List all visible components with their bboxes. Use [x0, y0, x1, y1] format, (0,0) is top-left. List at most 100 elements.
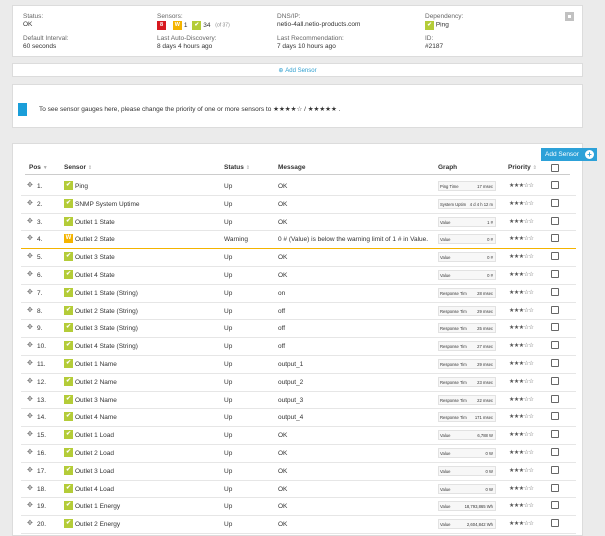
mini-graph[interactable]: Value 2,604,842 Wh: [438, 519, 496, 530]
row-checkbox[interactable]: [551, 287, 559, 296]
priority-stars[interactable]: ★★★☆☆: [509, 271, 534, 278]
row-checkbox[interactable]: [551, 252, 559, 261]
drag-handle-icon[interactable]: ✥: [27, 448, 33, 456]
priority-stars[interactable]: ★★★☆☆: [509, 467, 534, 474]
mini-graph[interactable]: Response Tim 22 msec: [438, 394, 496, 405]
row-checkbox[interactable]: [551, 519, 559, 528]
mini-graph[interactable]: Response Tim 29 msec: [438, 359, 496, 369]
sensor-name-link[interactable]: Ping: [75, 183, 88, 190]
row-checkbox[interactable]: [551, 216, 559, 225]
priority-stars[interactable]: ★★★☆☆: [509, 182, 534, 189]
priority-stars[interactable]: ★★★☆☆: [509, 307, 534, 314]
priority-stars[interactable]: ★★★☆☆: [509, 342, 534, 349]
up-check-icon[interactable]: ✔: [192, 21, 202, 30]
mini-graph[interactable]: Value 0 #: [438, 270, 496, 280]
mini-graph[interactable]: Response Tim 27 msec: [438, 341, 496, 352]
warning-count[interactable]: 1: [184, 22, 188, 29]
sensor-name-link[interactable]: Outlet 2 Energy: [75, 521, 120, 528]
sensor-name-link[interactable]: SNMP System Uptime: [75, 201, 140, 208]
mini-graph[interactable]: Response Tim 25 msec: [438, 323, 496, 334]
priority-stars[interactable]: ★★★☆☆: [509, 413, 534, 420]
row-checkbox[interactable]: [551, 323, 559, 332]
sensor-name-link[interactable]: Outlet 1 Energy: [75, 503, 120, 510]
drag-handle-icon[interactable]: ✥: [27, 484, 33, 492]
mini-graph[interactable]: Value 0 W: [438, 483, 496, 494]
col-pos-header[interactable]: Pos ▼: [29, 164, 48, 171]
table-row[interactable]: ✥ 9. ✔ Outlet 3 State (String) Up off Response…: [21, 320, 576, 339]
table-row[interactable]: ✥ 6. ✔ Outlet 4 State Up OK Value 0 # ★★★☆☆: [21, 267, 576, 285]
sensor-name-link[interactable]: Outlet 1 Name: [75, 361, 117, 368]
col-message-header[interactable]: Message: [278, 164, 305, 171]
priority-stars[interactable]: ★★★☆☆: [509, 449, 534, 456]
table-row[interactable]: ✥ 5. ✔ Outlet 3 State Up OK Value 0 # ★★★☆☆: [21, 249, 576, 267]
priority-stars[interactable]: ★★★☆☆: [509, 396, 534, 403]
row-checkbox[interactable]: [551, 359, 559, 367]
drag-handle-icon[interactable]: ✥: [27, 466, 33, 474]
mini-graph[interactable]: Response Tim 23 msec: [438, 376, 496, 387]
sensor-name-link[interactable]: Outlet 4 Load: [75, 486, 114, 493]
table-row[interactable]: ✥ 8. ✔ Outlet 2 State (String) Up off Response…: [21, 303, 576, 321]
row-checkbox[interactable]: [551, 270, 559, 278]
table-row[interactable]: ✥ 2. ✔ SNMP System Uptime Up OK System Uptim 4 …: [21, 196, 576, 214]
mini-graph[interactable]: Value 1 #: [438, 216, 496, 227]
drag-handle-icon[interactable]: ✥: [27, 377, 33, 385]
drag-handle-icon[interactable]: ✥: [27, 234, 33, 242]
dependency-link[interactable]: Ping: [436, 22, 449, 29]
priority-stars[interactable]: ★★★☆☆: [509, 324, 534, 331]
row-checkbox[interactable]: [551, 198, 559, 207]
row-checkbox[interactable]: [551, 376, 559, 385]
table-row[interactable]: ✥ 18. ✔ Outlet 4 Load Up OK Value 0 W ★★★☆☆: [21, 481, 576, 499]
drag-handle-icon[interactable]: ✥: [27, 181, 33, 189]
sensor-name-link[interactable]: Outlet 2 Name: [75, 379, 117, 386]
mini-graph[interactable]: Response Tim 171 msec: [438, 412, 496, 423]
table-row[interactable]: ✥ 7. ✔ Outlet 1 State (String) Up on Response …: [21, 285, 576, 303]
row-checkbox[interactable]: [551, 483, 559, 492]
col-status-header[interactable]: Status ⇕: [224, 164, 250, 171]
table-row[interactable]: ✥ 11. ✔ Outlet 1 Name Up output_1 Response Tim…: [21, 356, 576, 374]
mini-graph[interactable]: Value 0 W: [438, 465, 496, 476]
table-row[interactable]: ✥ 14. ✔ Outlet 4 Name Up output_4 Response Tim…: [21, 409, 576, 428]
col-priority-header[interactable]: Priority ⇕: [508, 164, 537, 171]
add-sensor-link[interactable]: Add Sensor: [285, 68, 316, 74]
drag-handle-icon[interactable]: ✥: [27, 217, 33, 225]
qr-code-icon[interactable]: [565, 12, 574, 21]
table-row[interactable]: ✥ 16. ✔ Outlet 2 Load Up OK Value 0 W ★★★☆☆: [21, 445, 576, 463]
mini-graph[interactable]: Response Tim 28 msec: [438, 287, 496, 298]
table-row[interactable]: ✥ 10. ✔ Outlet 4 State (String) Up off Respons…: [21, 338, 576, 356]
drag-handle-icon[interactable]: ✥: [27, 306, 33, 314]
sensor-name-link[interactable]: Outlet 2 State (String): [75, 308, 138, 315]
drag-handle-icon[interactable]: ✥: [27, 501, 33, 509]
priority-stars[interactable]: ★★★☆☆: [509, 520, 534, 527]
table-row[interactable]: ✥ 12. ✔ Outlet 2 Name Up output_2 Response Tim…: [21, 374, 576, 392]
priority-stars[interactable]: ★★★☆☆: [509, 502, 534, 509]
row-checkbox[interactable]: [551, 501, 559, 510]
sensor-name-link[interactable]: Outlet 2 State: [75, 236, 115, 243]
mini-graph[interactable]: Value 6,788 W: [438, 430, 496, 441]
drag-handle-icon[interactable]: ✥: [27, 341, 33, 349]
mini-graph[interactable]: System Uptim 4 d 4 h 12 m: [438, 198, 496, 209]
sensor-name-link[interactable]: Outlet 4 Name: [75, 414, 117, 421]
drag-handle-icon[interactable]: ✥: [27, 288, 33, 296]
sensor-name-link[interactable]: Outlet 4 State: [75, 272, 115, 279]
drag-handle-icon[interactable]: ✥: [27, 199, 33, 207]
mini-graph[interactable]: Ping Time 17 msec: [438, 181, 496, 191]
row-checkbox[interactable]: [551, 341, 559, 350]
table-row[interactable]: ✥ 19. ✔ Outlet 1 Energy Up OK Value 18,793,865 …: [21, 498, 576, 517]
add-sensor-button[interactable]: Add Sensor +: [541, 148, 597, 161]
priority-stars[interactable]: ★★★☆☆: [509, 253, 534, 260]
select-all-checkbox[interactable]: [551, 164, 559, 172]
drag-handle-icon[interactable]: ✥: [27, 430, 33, 438]
row-checkbox[interactable]: [551, 412, 559, 421]
priority-stars[interactable]: ★★★☆☆: [509, 200, 534, 207]
table-row[interactable]: ✥ 13. ✔ Outlet 3 Name Up output_3 Response Tim…: [21, 392, 576, 410]
sensor-name-link[interactable]: Outlet 1 State: [75, 219, 115, 226]
drag-handle-icon[interactable]: ✥: [27, 412, 33, 420]
table-row[interactable]: ✥ 20. ✔ Outlet 2 Energy Up OK Value 2,604,842 W…: [21, 516, 576, 534]
mini-graph[interactable]: Value 0 #: [438, 252, 496, 263]
sensor-name-link[interactable]: Outlet 1 Load: [75, 432, 114, 439]
up-count[interactable]: 34: [203, 22, 210, 29]
table-row[interactable]: ✥ 15. ✔ Outlet 1 Load Up OK Value 6,788 W ★★★☆☆: [21, 427, 576, 445]
down-count-badge[interactable]: 8: [157, 21, 166, 30]
priority-stars[interactable]: ★★★☆☆: [509, 485, 534, 492]
plus-icon[interactable]: ⊕: [278, 68, 283, 74]
